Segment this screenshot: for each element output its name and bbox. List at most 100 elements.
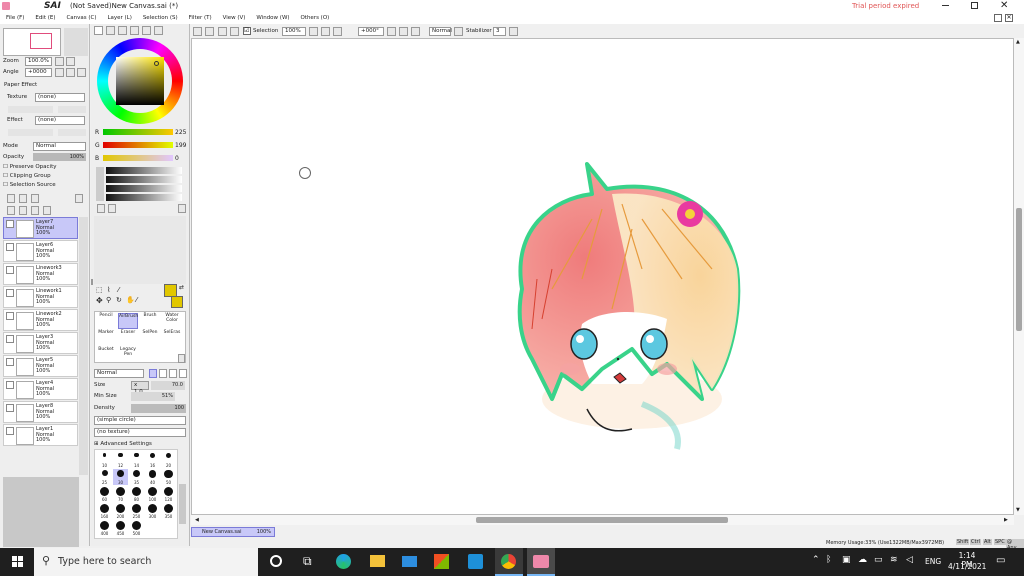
battery-icon[interactable]: ▭ <box>874 555 883 565</box>
tool-marker[interactable]: Marker <box>96 330 116 346</box>
merge-down-button[interactable] <box>19 206 27 215</box>
selection-checkbox[interactable]: ☑ <box>243 27 251 35</box>
vertical-scroll-thumb[interactable] <box>1016 208 1022 331</box>
brush-mode-select[interactable]: Normal <box>94 369 144 378</box>
language-indicator[interactable]: ENG <box>925 557 941 566</box>
bluetooth-icon[interactable]: ᛒ <box>826 555 831 565</box>
new-folder-button[interactable] <box>31 194 39 203</box>
notification-icon[interactable]: ▭ <box>996 555 1005 566</box>
windows-start-icon[interactable] <box>12 556 24 568</box>
layer-item[interactable]: Layer5 Normal 100% <box>3 355 78 377</box>
eye-icon[interactable] <box>6 243 14 251</box>
brush-size-preset[interactable]: 30 <box>113 469 128 485</box>
layer-item[interactable]: Layer7 Normal 100% <box>3 217 78 239</box>
cortana-icon[interactable] <box>270 555 282 567</box>
swatch-close-button[interactable] <box>178 204 186 213</box>
clock-date[interactable]: 4/11/2021 <box>948 562 986 571</box>
brush-size-preset[interactable]: 100 <box>145 486 160 502</box>
store-icon[interactable] <box>434 554 449 569</box>
eye-icon[interactable] <box>6 335 14 343</box>
zoom-select[interactable]: 100% <box>282 27 306 36</box>
horizontal-scroll-thumb[interactable] <box>476 517 728 523</box>
eye-icon[interactable] <box>6 404 14 412</box>
taskbar-search-box[interactable]: ⚲ Type here to search <box>34 548 258 576</box>
close-button[interactable]: ✕ <box>1000 0 1008 12</box>
eyedropper-icon[interactable]: ⁄ <box>136 296 137 304</box>
hand-icon[interactable]: ✋ <box>126 296 135 304</box>
color-mixer[interactable] <box>96 167 184 201</box>
stabilizer-select[interactable]: 3 <box>493 27 506 36</box>
brush-size-preset[interactable]: 40 <box>145 469 160 485</box>
swatches-tab[interactable] <box>130 26 139 35</box>
zoom-icon[interactable]: ⚲ <box>106 296 111 304</box>
layer-item[interactable]: Layer1 Normal 100% <box>3 424 78 446</box>
brush-texture-select[interactable]: (no texture) <box>94 428 186 437</box>
density-slider[interactable]: 100 <box>131 404 186 413</box>
menu-others[interactable]: Others (O) <box>300 12 329 24</box>
eye-icon[interactable] <box>6 358 14 366</box>
eye-icon[interactable] <box>6 312 14 320</box>
select-rect-icon[interactable]: ⬚ <box>96 286 103 294</box>
mail-icon[interactable] <box>402 556 417 567</box>
user-swatch-tab[interactable] <box>154 26 163 35</box>
navigator-preview[interactable] <box>3 28 61 56</box>
layer-mask-button[interactable] <box>75 194 83 203</box>
tool-watercolor[interactable]: Water Color <box>162 313 182 329</box>
brush-size-preset[interactable]: 10 <box>97 452 112 468</box>
effect-select[interactable]: (none) <box>35 116 85 125</box>
brush-size-preset[interactable]: 450 <box>113 520 128 536</box>
advanced-settings-toggle[interactable]: ⊞ Advanced Settings <box>94 441 152 447</box>
layer-item[interactable]: Layer8 Normal 100% <box>3 401 78 423</box>
brush-edge-flat[interactable] <box>179 369 187 378</box>
brush-edge-soft[interactable] <box>169 369 177 378</box>
rgb-slider-tab[interactable] <box>106 26 115 35</box>
maximize-button[interactable] <box>971 2 978 9</box>
mdi-close-button[interactable]: ✕ <box>1005 14 1013 22</box>
zoom-reset-button[interactable] <box>333 27 342 36</box>
brush-size-preset[interactable]: 500 <box>129 520 144 536</box>
menu-edit[interactable]: Edit (E) <box>35 12 55 24</box>
swap-colors-icon[interactable]: ⇄ <box>179 284 184 291</box>
task-view-icon[interactable]: ⧉ <box>303 554 312 569</box>
eye-icon[interactable] <box>6 427 14 435</box>
scroll-right-icon[interactable]: ▶ <box>1004 517 1008 523</box>
eye-icon[interactable] <box>6 289 14 297</box>
minimize-button[interactable] <box>942 5 949 6</box>
invert-selection-button[interactable] <box>230 27 239 36</box>
preserve-opacity-checkbox[interactable]: ☐ Preserve Opacity <box>3 164 56 170</box>
tool-brush[interactable]: Brush <box>140 313 160 329</box>
selection-source-checkbox[interactable]: ☐ Selection Source <box>3 182 56 188</box>
zoom-field[interactable]: 100.0% <box>25 57 52 66</box>
move-icon[interactable]: ✥ <box>96 296 103 305</box>
brush-size-preset[interactable]: 20 <box>161 452 176 468</box>
copy-layer-button[interactable] <box>7 206 15 215</box>
brush-edge-mid[interactable] <box>159 369 167 378</box>
flip-button[interactable] <box>411 27 420 36</box>
hue-wheel[interactable] <box>97 38 183 124</box>
angle-field[interactable]: +0000 <box>25 68 52 77</box>
drawing-canvas[interactable] <box>191 38 1014 515</box>
layer-item[interactable]: Linework1 Normal 100% <box>3 286 78 308</box>
tool-eraser[interactable]: Eraser <box>118 330 138 346</box>
volume-icon[interactable]: ◁ <box>906 555 913 565</box>
canvas-horizontal-scrollbar[interactable]: ◀ ▶ <box>191 515 1014 525</box>
tool-seleras[interactable]: SelEras <box>162 330 182 346</box>
delete-layer-button[interactable] <box>43 206 51 215</box>
zoom-in-tb-button[interactable] <box>321 27 330 36</box>
scratchpad-tab[interactable] <box>142 26 151 35</box>
tray-chevron-icon[interactable]: ⌃ <box>812 555 820 565</box>
menu-canvas[interactable]: Canvas (C) <box>66 12 96 24</box>
b-slider[interactable] <box>103 155 173 161</box>
redo-button[interactable] <box>205 27 214 36</box>
g-slider[interactable] <box>103 142 173 148</box>
tool-grid-scroll[interactable] <box>178 354 185 363</box>
color-wheel-tab[interactable] <box>94 26 103 35</box>
rotate-reset-button[interactable] <box>77 68 86 77</box>
magic-wand-icon[interactable]: ⁄ <box>118 286 119 294</box>
brush-size-preset[interactable]: 120 <box>161 486 176 502</box>
deselect-button[interactable] <box>218 27 227 36</box>
brush-size-mult[interactable]: x 1.0 <box>131 381 149 395</box>
brush-size-preset[interactable]: 80 <box>129 486 144 502</box>
layer-item[interactable]: Layer4 Normal 100% <box>3 378 78 400</box>
background-color-swatch[interactable] <box>171 296 183 308</box>
